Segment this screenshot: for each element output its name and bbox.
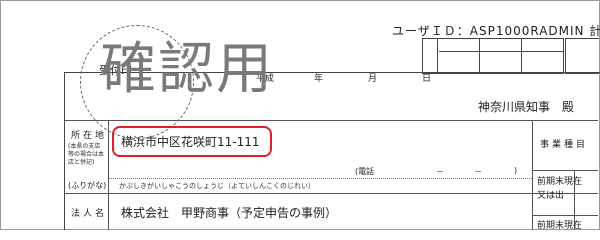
header-mini-table — [422, 38, 564, 74]
address-label: 所在地 — [71, 131, 108, 141]
period-end-label-1: 前期末現在 — [537, 177, 583, 187]
mini-table-divider — [437, 39, 438, 73]
phone-close: ) — [514, 166, 518, 175]
address-note: (本県の支店等の場合は本店と併記) — [68, 143, 105, 166]
mini-table-divider — [521, 39, 522, 73]
corporate-name-value: 株式会社 甲野商事（予定申告の事例） — [121, 206, 338, 220]
row-divider-dotted — [108, 178, 532, 179]
addressee: 神奈川県知事 殿 — [478, 100, 575, 114]
period-end-label-3: 前期末現在 — [537, 221, 583, 231]
column-divider — [532, 120, 533, 230]
form-left-border — [64, 72, 65, 230]
phone-dash: － — [474, 167, 482, 176]
mini-table-row-line — [439, 51, 563, 52]
mini-table-divider — [479, 39, 480, 73]
header-right-box — [565, 38, 599, 74]
furigana-value: かぶしきがいしゃこうのしょうじ（よていしんこくのじれい） — [119, 182, 315, 190]
row-divider — [532, 215, 598, 216]
corporate-name-label: 法人名 — [71, 209, 108, 219]
row-divider — [532, 170, 598, 171]
furigana-label: (ふりがな) — [68, 181, 107, 190]
business-type-label: 事業種目 — [540, 140, 589, 150]
column-divider — [108, 120, 109, 230]
period-end-label-2: 又は出 — [537, 191, 565, 201]
user-id-label: ユーザＩＤ：ASP1000RADMIN 計算 — [392, 24, 600, 38]
year-label: 年 — [314, 74, 324, 84]
phone-dash: － — [436, 167, 444, 176]
month-label: 月 — [368, 74, 378, 84]
day-label: 日 — [422, 74, 432, 84]
address-highlight-box — [112, 126, 272, 157]
phone-label: (電話 — [355, 167, 375, 176]
row-divider — [64, 193, 598, 194]
confirmation-stamp: 確認用 — [100, 37, 274, 102]
